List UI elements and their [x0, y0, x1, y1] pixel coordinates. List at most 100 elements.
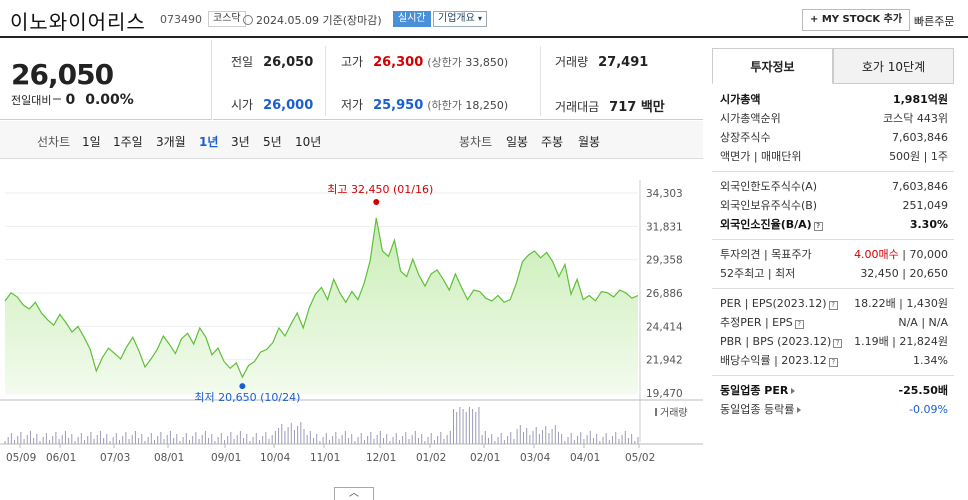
volume-label: 거래량 — [660, 407, 688, 419]
quick-order-button[interactable]: 빠른주문 — [914, 13, 954, 29]
info-label: 외국인한도주식수(A) — [720, 180, 818, 193]
add-mystock-button[interactable]: + MY STOCK 추가 — [802, 9, 911, 31]
info-label: 외국인소진율(B/A)? — [720, 215, 823, 234]
help-icon[interactable]: ? — [813, 222, 823, 231]
help-icon[interactable]: ? — [794, 320, 804, 329]
info-value: 코스닥 443위 — [883, 112, 948, 125]
info-label: 시가총액 — [720, 93, 761, 106]
x-tick-label: 06/01 — [46, 452, 76, 464]
info-row: 액면가 | 매매단위 500원 | 1주 — [712, 147, 954, 166]
info-label: 시가총액순위 — [720, 112, 781, 125]
arrow-right-icon[interactable] — [791, 388, 796, 394]
period-10y[interactable]: 10년 — [295, 133, 321, 150]
chart-period-bar: 선차트 1일 1주일 3개월 1년 3년 5년 10년 봉차트 일봉 주봉 월봉 — [0, 121, 703, 159]
period-3m[interactable]: 3개월 — [156, 133, 186, 150]
stat-volume: 거래량 27,491 — [555, 53, 648, 70]
section-divider — [712, 375, 954, 376]
x-tick-label: 04/01 — [570, 452, 600, 464]
x-tick-label: 03/04 — [520, 452, 551, 464]
investment-info-list: 시가총액 1,981억원 시가총액순위 코스닥 443위 상장주식수 7,603,846 액… — [712, 90, 954, 419]
stat-low: 저가 25,950 (하한가 18,250) — [341, 96, 508, 113]
info-value: N/A | N/A — [898, 316, 948, 329]
current-price-box: 26,050 전일대비 0 0.00% — [0, 40, 212, 120]
info-value: 500원 | 1주 — [889, 150, 948, 163]
base-date-text: 2024.05.09 기준(장마감) — [256, 14, 382, 27]
stat-amount-value: 717 백만 — [609, 100, 665, 115]
period-1y[interactable]: 1년 — [199, 133, 218, 150]
period-5y[interactable]: 5년 — [263, 133, 282, 150]
info-row: 배당수익률 | 2023.12? 1.34% — [712, 351, 954, 370]
upper-limit-value: 33,850) — [465, 56, 509, 69]
help-icon[interactable]: ? — [833, 339, 843, 348]
volume-legend-swatch — [655, 408, 657, 416]
info-row: 동일업종 등락률 -0.09% — [712, 400, 954, 419]
period-3y[interactable]: 3년 — [231, 133, 250, 150]
flat-icon — [53, 98, 62, 100]
collapse-button[interactable]: ︿ — [334, 487, 374, 500]
info-label: 액면가 | 매매단위 — [720, 150, 802, 163]
y-tick-label: 21,942 — [646, 355, 683, 367]
info-value: 1.34% — [913, 354, 948, 367]
caret-down-icon: ▾ — [478, 14, 483, 23]
stat-amount: 거래대금 717 백만 — [555, 96, 665, 115]
info-row: PER | EPS(2023.12)? 18.22배 | 1,430원 — [712, 294, 954, 313]
help-icon[interactable]: ? — [828, 358, 838, 367]
company-overview-label: 기업개요 — [438, 13, 475, 24]
change-label: 전일대비 — [11, 94, 52, 107]
info-row: 시가총액 1,981억원 — [712, 90, 954, 109]
x-tick-label: 01/02 — [416, 452, 446, 464]
x-tick-label: 02/01 — [470, 452, 500, 464]
info-value: 7,603,846 — [892, 131, 948, 144]
info-value: -25.50배 — [898, 384, 948, 397]
info-row: 상장주식수 7,603,846 — [712, 128, 954, 147]
x-tick-label: 09/01 — [211, 452, 241, 464]
stat-prev-label: 전일 — [231, 55, 254, 69]
stat-high-label: 고가 — [341, 55, 364, 69]
tab-order-book[interactable]: 호가 10단계 — [833, 48, 954, 84]
stat-amount-label: 거래대금 — [555, 100, 600, 114]
info-row: PBR | BPS (2023.12)? 1.19배 | 21,824원 — [712, 332, 954, 351]
y-tick-label: 34,303 — [646, 188, 683, 200]
y-tick-label: 19,470 — [646, 388, 683, 400]
stat-volume-value: 27,491 — [598, 55, 649, 70]
info-value: 32,450 | 20,650 — [860, 267, 948, 280]
candle-weekly[interactable]: 주봉 — [541, 133, 563, 150]
candle-monthly[interactable]: 월봉 — [578, 133, 600, 150]
info-row: 외국인보유주식수(B) 251,049 — [712, 196, 954, 215]
period-1w[interactable]: 1주일 — [113, 133, 143, 150]
info-label: PBR | BPS (2023.12)? — [720, 332, 843, 351]
info-row: 52주최고 | 최저 32,450 | 20,650 — [712, 264, 954, 283]
stock-code: 073490 — [160, 13, 202, 26]
arrow-right-icon[interactable] — [797, 407, 802, 413]
info-row: 시가총액순위 코스닥 443위 — [712, 109, 954, 128]
investment-info-panel: 투자정보 호가 10단계 시가총액 1,981억원시가총액순위 코스닥 443위상장… — [712, 48, 968, 448]
candle-daily[interactable]: 일봉 — [506, 133, 528, 150]
high-point-marker — [373, 198, 380, 205]
x-tick-label: 07/03 — [100, 452, 130, 464]
info-label: 52주최고 | 최저 — [720, 267, 796, 280]
info-row: 외국인한도주식수(A) 7,603,846 — [712, 177, 954, 196]
stat-prev-value: 26,050 — [263, 55, 314, 70]
company-overview-button[interactable]: 기업개요 ▾ — [433, 11, 488, 27]
price-change-row: 전일대비 0 0.00% — [11, 92, 134, 108]
info-label: 동일업종 PER — [720, 381, 796, 400]
info-row: 추정PER | EPS? N/A | N/A — [712, 313, 954, 332]
low-annotation: 최저 20,650 (10/24) — [194, 391, 300, 404]
section-divider — [712, 239, 954, 240]
price-stats: 전일 26,050 고가 26,300 (상한가 33,850) 거래량 27,491 … — [213, 40, 703, 120]
stat-prev: 전일 26,050 — [231, 53, 313, 70]
tab-investment-info[interactable]: 투자정보 — [712, 48, 833, 84]
line-chart-label: 선차트 — [37, 135, 71, 149]
x-tick-label: 05/02 — [625, 452, 655, 464]
y-tick-label: 29,358 — [646, 255, 683, 267]
period-1d[interactable]: 1일 — [82, 133, 101, 150]
info-label: 투자의견 | 목표주가 — [720, 248, 812, 261]
rating-value: 4.00매수 — [854, 248, 899, 261]
help-icon[interactable]: ? — [828, 301, 838, 310]
realtime-button[interactable]: 실시간 — [393, 11, 431, 27]
high-annotation: 최고 32,450 (01/16) — [327, 183, 433, 196]
price-chart[interactable]: 34,303 31,831 29,358 26,886 24,414 21,942 19,4… — [0, 160, 703, 495]
side-tabs: 투자정보 호가 10단계 — [712, 48, 954, 84]
stat-open-value: 26,000 — [263, 98, 314, 113]
x-tick-label: 10/04 — [260, 452, 291, 464]
